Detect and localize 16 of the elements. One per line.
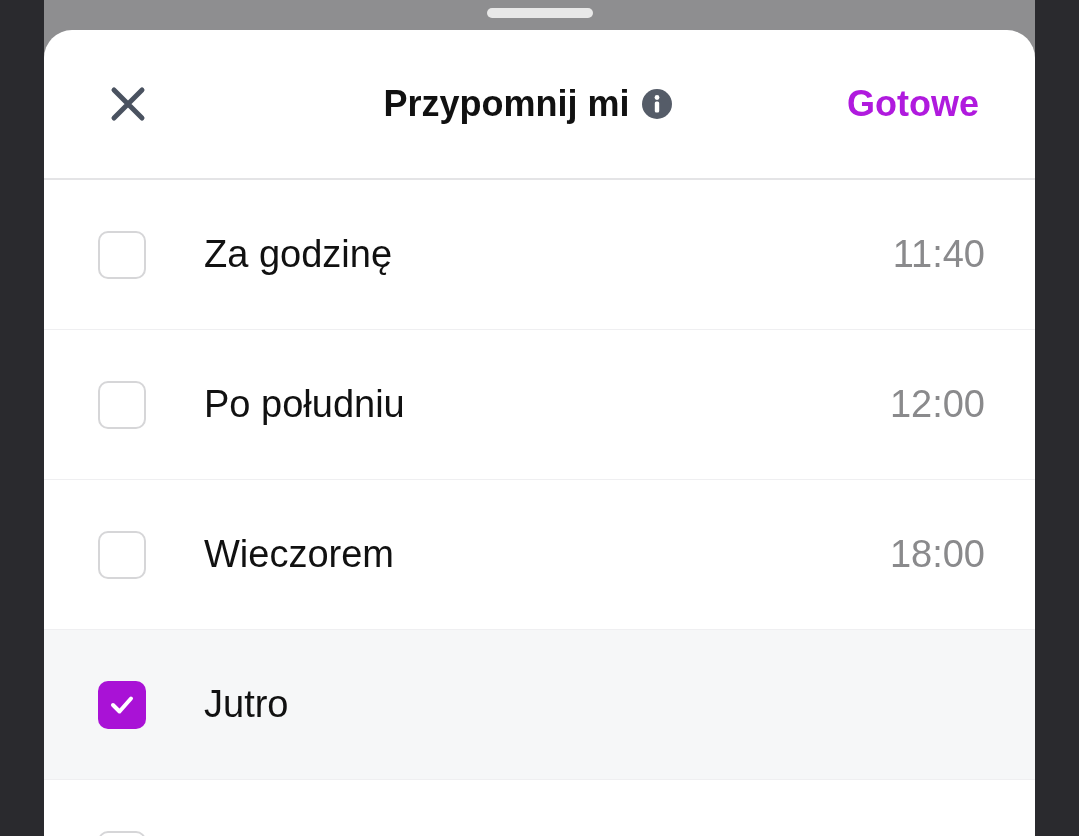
option-time: 18:00: [889, 532, 985, 577]
checkbox[interactable]: [98, 530, 146, 579]
option-label: Jutro: [204, 682, 289, 727]
option-time: 11:40: [892, 232, 985, 277]
close-icon: [110, 86, 146, 122]
sheet-title: Przypomnij mi: [383, 82, 630, 126]
checkbox[interactable]: [98, 380, 146, 429]
option-label: Po południu: [204, 382, 405, 427]
checkbox[interactable]: [98, 680, 146, 729]
done-button[interactable]: Gotowe: [847, 77, 979, 131]
option-label: Wieczorem: [204, 532, 395, 577]
checkbox[interactable]: [98, 230, 146, 279]
info-icon[interactable]: [641, 89, 672, 119]
option-label: Za godzinę: [204, 232, 392, 277]
grabber-handle[interactable]: [486, 8, 593, 18]
option-time: 12:00: [889, 382, 985, 427]
